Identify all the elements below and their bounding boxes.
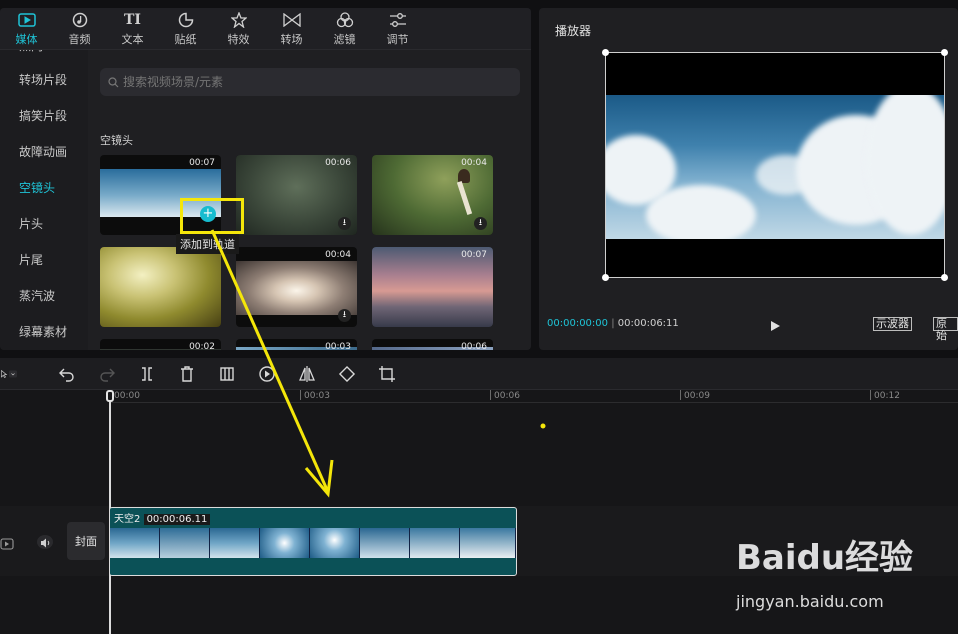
watermark-logo: Baidu经验 [736,538,914,578]
watermark-url: jingyan.baidu.com [736,592,884,611]
app-root: 媒体 音频 TI 文本 贴纸 特效 转场 滤镜 调节 转场片段 搞笑片段 故障动… [0,0,958,634]
